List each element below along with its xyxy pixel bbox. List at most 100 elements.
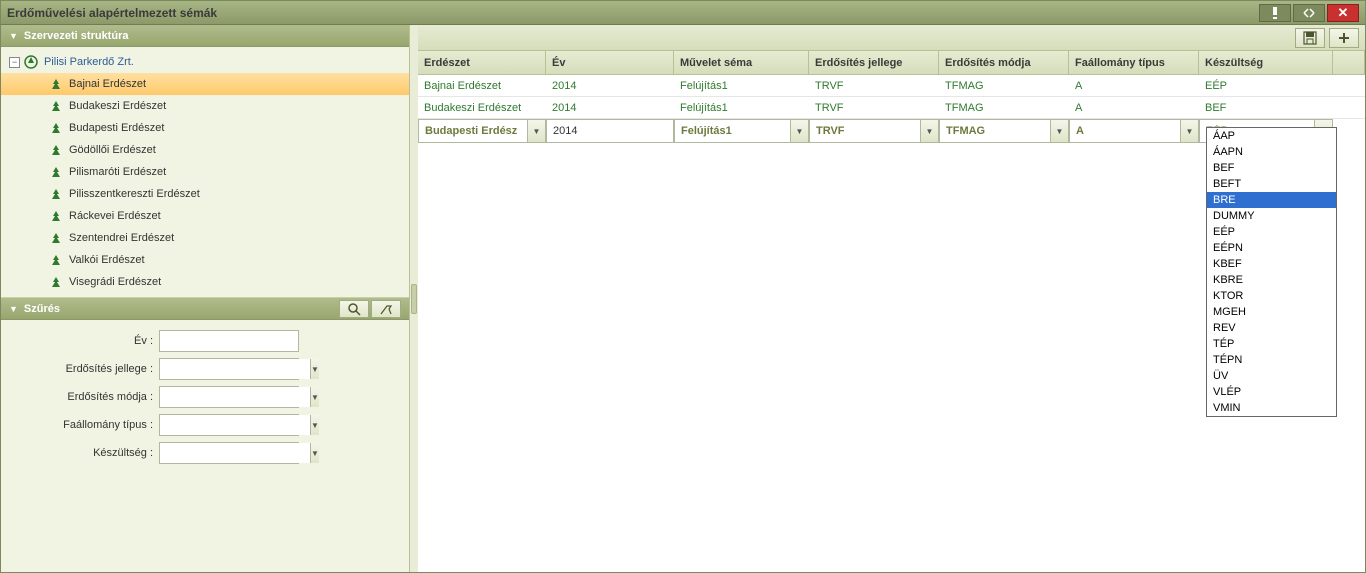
filter-combo-jelleg[interactable]: ▼ bbox=[159, 358, 299, 380]
collapse-icon: ▼ bbox=[9, 31, 18, 41]
filter-combo-keszultseg[interactable]: ▼ bbox=[159, 442, 299, 464]
chevron-down-icon[interactable]: ▼ bbox=[310, 387, 319, 407]
tree-item-label: Szentendrei Erdészet bbox=[69, 232, 174, 244]
edit-cell-modja[interactable]: TFMAG▼ bbox=[939, 119, 1069, 143]
forest-icon bbox=[49, 253, 63, 267]
keszultseg-dropdown[interactable]: ÁAPÁAPNBEFBEFTBREDUMMYEÉPEÉPNKBEFKBREKTO… bbox=[1206, 127, 1337, 417]
chevron-down-icon[interactable]: ▼ bbox=[527, 120, 545, 142]
grid-cell: Felújítás1 bbox=[674, 97, 809, 118]
dropdown-option[interactable]: BRE bbox=[1207, 192, 1336, 208]
search-button[interactable] bbox=[339, 300, 369, 318]
splitter[interactable] bbox=[410, 25, 418, 572]
chevron-down-icon[interactable]: ▼ bbox=[790, 120, 808, 142]
tree-item[interactable]: Bajnai Erdészet bbox=[1, 73, 409, 95]
dropdown-option[interactable]: TÉPN bbox=[1207, 352, 1336, 368]
grid-header-cell[interactable]: Erdészet bbox=[418, 51, 546, 74]
maximize-button[interactable] bbox=[1293, 4, 1325, 22]
tree-item[interactable]: Pilisszentkereszti Erdészet bbox=[1, 183, 409, 205]
filter-input-keszultseg[interactable] bbox=[160, 443, 310, 463]
filter-label-tipus: Faállomány típus : bbox=[9, 419, 159, 431]
dropdown-option[interactable]: BEF bbox=[1207, 160, 1336, 176]
save-button[interactable] bbox=[1295, 28, 1325, 48]
splitter-handle-icon bbox=[411, 284, 417, 314]
edit-value: Felújítás1 bbox=[675, 125, 790, 137]
tree-item[interactable]: Gödöllői Erdészet bbox=[1, 139, 409, 161]
edit-cell-ev[interactable]: 2014 bbox=[546, 119, 674, 143]
add-button[interactable] bbox=[1329, 28, 1359, 48]
tree-item[interactable]: Pilismaróti Erdészet bbox=[1, 161, 409, 183]
forest-icon bbox=[49, 77, 63, 91]
dropdown-option[interactable]: BEFT bbox=[1207, 176, 1336, 192]
table-row[interactable]: Budakeszi Erdészet2014Felújítás1TRVFTFMA… bbox=[418, 97, 1365, 119]
dropdown-option[interactable]: ÁAPN bbox=[1207, 144, 1336, 160]
tree-item[interactable]: Budapesti Erdészet bbox=[1, 117, 409, 139]
alert-button[interactable] bbox=[1259, 4, 1291, 22]
close-button[interactable]: ✕ bbox=[1327, 4, 1359, 22]
tree-item-label: Visegrádi Erdészet bbox=[69, 276, 161, 288]
edit-cell-sema[interactable]: Felújítás1▼ bbox=[674, 119, 809, 143]
grid-header-cell[interactable]: Készültség bbox=[1199, 51, 1333, 74]
filter-panel-header[interactable]: ▼ Szűrés bbox=[1, 298, 409, 320]
filter-combo-modja[interactable]: ▼ bbox=[159, 386, 299, 408]
filter-input-jelleg[interactable] bbox=[160, 359, 310, 379]
grid-header-cell[interactable]: Művelet séma bbox=[674, 51, 809, 74]
grid-header-spacer bbox=[1333, 51, 1365, 74]
filter-combo-tipus[interactable]: ▼ bbox=[159, 414, 299, 436]
data-grid: Erdészet Év Művelet séma Erdősítés jelle… bbox=[418, 51, 1365, 572]
clear-filter-button[interactable] bbox=[371, 300, 401, 318]
dropdown-option[interactable]: ÁAP bbox=[1207, 128, 1336, 144]
edit-value: A bbox=[1070, 125, 1180, 137]
dropdown-option[interactable]: VMIN bbox=[1207, 400, 1336, 416]
dropdown-option[interactable]: REV bbox=[1207, 320, 1336, 336]
tree-panel-title: Szervezeti struktúra bbox=[24, 30, 129, 42]
filter-input-modja[interactable] bbox=[160, 387, 310, 407]
tree-root[interactable]: − Pilisi Parkerdő Zrt. bbox=[1, 51, 409, 73]
company-icon bbox=[24, 55, 38, 69]
filter-input-tipus[interactable] bbox=[160, 415, 310, 435]
grid-cell: 2014 bbox=[546, 97, 674, 118]
grid-header-cell[interactable]: Erdősítés módja bbox=[939, 51, 1069, 74]
dropdown-option[interactable]: DUMMY bbox=[1207, 208, 1336, 224]
edit-value: 2014 bbox=[547, 125, 673, 137]
chevron-down-icon[interactable]: ▼ bbox=[310, 359, 319, 379]
main-toolbar bbox=[418, 25, 1365, 51]
filter-label-ev: Év : bbox=[9, 335, 159, 347]
chevron-down-icon[interactable]: ▼ bbox=[310, 443, 319, 463]
filter-input-ev[interactable] bbox=[159, 330, 299, 352]
grid-header-cell[interactable]: Év bbox=[546, 51, 674, 74]
tree-panel-header[interactable]: ▼ Szervezeti struktúra bbox=[1, 25, 409, 47]
grid-cell: 2014 bbox=[546, 75, 674, 96]
window-title: Erdőművelési alapértelmezett sémák bbox=[7, 6, 1259, 20]
tree-item[interactable]: Visegrádi Erdészet bbox=[1, 271, 409, 293]
edit-cell-tipus[interactable]: A▼ bbox=[1069, 119, 1199, 143]
tree-item[interactable]: Valkói Erdészet bbox=[1, 249, 409, 271]
dropdown-option[interactable]: EÉPN bbox=[1207, 240, 1336, 256]
forest-icon bbox=[49, 165, 63, 179]
dropdown-option[interactable]: KBRE bbox=[1207, 272, 1336, 288]
dropdown-option[interactable]: ÜV bbox=[1207, 368, 1336, 384]
edit-cell-erdeszet[interactable]: Budapesti Erdész▼ bbox=[418, 119, 546, 143]
chevron-down-icon[interactable]: ▼ bbox=[1050, 120, 1068, 142]
tree-toggle-icon[interactable]: − bbox=[9, 57, 20, 68]
tree-item[interactable]: Ráckevei Erdészet bbox=[1, 205, 409, 227]
tree-item[interactable]: Szentendrei Erdészet bbox=[1, 227, 409, 249]
chevron-down-icon[interactable]: ▼ bbox=[310, 415, 319, 435]
grid-header-cell[interactable]: Faállomány típus bbox=[1069, 51, 1199, 74]
grid-cell: TRVF bbox=[809, 97, 939, 118]
chevron-down-icon[interactable]: ▼ bbox=[920, 120, 938, 142]
tree-item[interactable]: Budakeszi Erdészet bbox=[1, 95, 409, 117]
grid-cell: Bajnai Erdészet bbox=[418, 75, 546, 96]
dropdown-option[interactable]: VLÉP bbox=[1207, 384, 1336, 400]
chevron-down-icon[interactable]: ▼ bbox=[1180, 120, 1198, 142]
titlebar: Erdőművelési alapértelmezett sémák ✕ bbox=[1, 1, 1365, 25]
dropdown-option[interactable]: TÉP bbox=[1207, 336, 1336, 352]
grid-header-cell[interactable]: Erdősítés jellege bbox=[809, 51, 939, 74]
grid-cell: BEF bbox=[1199, 97, 1333, 118]
forest-icon bbox=[49, 143, 63, 157]
dropdown-option[interactable]: MGEH bbox=[1207, 304, 1336, 320]
dropdown-option[interactable]: KBEF bbox=[1207, 256, 1336, 272]
dropdown-option[interactable]: KTOR bbox=[1207, 288, 1336, 304]
table-row[interactable]: Bajnai Erdészet2014Felújítás1TRVFTFMAGAE… bbox=[418, 75, 1365, 97]
dropdown-option[interactable]: EÉP bbox=[1207, 224, 1336, 240]
edit-cell-jelleg[interactable]: TRVF▼ bbox=[809, 119, 939, 143]
